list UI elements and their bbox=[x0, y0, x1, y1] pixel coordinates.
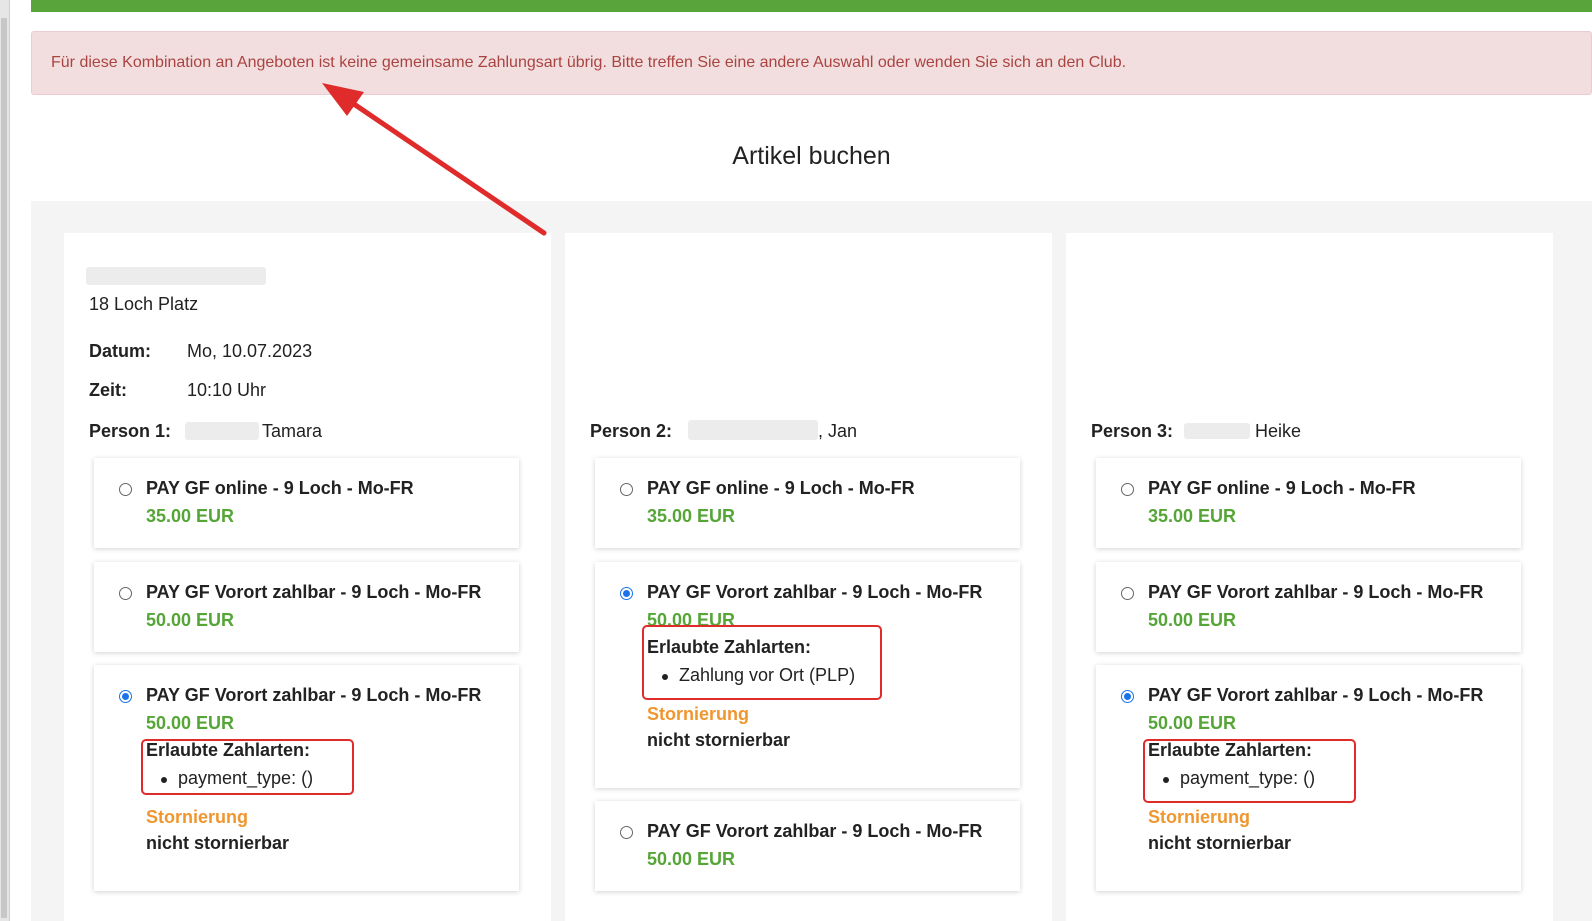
person-2-column: Person 2: , Jan PAY GF online - 9 Loch -… bbox=[565, 233, 1052, 921]
offer-radio[interactable] bbox=[119, 483, 132, 496]
offer-card[interactable]: PAY GF Vorort zahlbar - 9 Loch - Mo-FR 5… bbox=[1096, 562, 1521, 652]
cancellation-value: nicht stornierbar bbox=[146, 833, 290, 853]
offer-radio[interactable] bbox=[1121, 483, 1134, 496]
redacted-club-name bbox=[86, 267, 266, 285]
cancellation-title: Stornierung bbox=[146, 807, 248, 827]
offer-card-selected[interactable]: PAY GF Vorort zahlbar - 9 Loch - Mo-FR 5… bbox=[1096, 665, 1521, 891]
offer-name: PAY GF Vorort zahlbar - 9 Loch - Mo-FR bbox=[146, 685, 482, 705]
redacted-surname bbox=[185, 422, 259, 440]
date-value: Mo, 10.07.2023 bbox=[187, 341, 313, 361]
payment-methods-title: Erlaubte Zahlarten: bbox=[647, 637, 812, 657]
offer-price: 35.00 EUR bbox=[647, 506, 736, 526]
offer-card[interactable]: PAY GF online - 9 Loch - Mo-FR 35.00 EUR bbox=[94, 458, 519, 548]
payment-alert: Für diese Kombination an Angeboten ist k… bbox=[31, 31, 1592, 95]
time-label: Zeit: bbox=[89, 380, 127, 400]
offer-price: 50.00 EUR bbox=[1148, 610, 1237, 630]
time-value: 10:10 Uhr bbox=[187, 380, 267, 400]
offer-price: 50.00 EUR bbox=[146, 713, 235, 733]
offer-name: PAY GF Vorort zahlbar - 9 Loch - Mo-FR bbox=[146, 582, 482, 602]
redacted-surname bbox=[1184, 423, 1250, 439]
payment-methods-title: Erlaubte Zahlarten: bbox=[146, 740, 311, 760]
offer-card-selected[interactable]: PAY GF Vorort zahlbar - 9 Loch - Mo-FR 5… bbox=[595, 562, 1020, 788]
offer-card[interactable]: PAY GF online - 9 Loch - Mo-FR 35.00 EUR bbox=[1096, 458, 1521, 548]
offer-radio-selected[interactable] bbox=[620, 587, 633, 600]
cancellation-title: Stornierung bbox=[1148, 807, 1250, 827]
person-label: Person 2: bbox=[590, 421, 673, 441]
offer-name: PAY GF online - 9 Loch - Mo-FR bbox=[1148, 478, 1416, 498]
person-label: Person 1: bbox=[89, 421, 172, 441]
offer-name: PAY GF online - 9 Loch - Mo-FR bbox=[146, 478, 414, 498]
person-1-column: 18 Loch Platz Datum: Mo, 10.07.2023 Zeit… bbox=[64, 233, 551, 921]
page-title: Artikel buchen bbox=[732, 142, 891, 170]
offer-card[interactable]: PAY GF Vorort zahlbar - 9 Loch - Mo-FR 5… bbox=[595, 801, 1020, 891]
offer-price: 50.00 EUR bbox=[647, 849, 736, 869]
offer-price: 50.00 EUR bbox=[146, 610, 235, 630]
offer-name: PAY GF Vorort zahlbar - 9 Loch - Mo-FR bbox=[1148, 582, 1484, 602]
offer-price: 35.00 EUR bbox=[146, 506, 235, 526]
person-3-column: Person 3: Heike PAY GF online - 9 Loch -… bbox=[1066, 233, 1553, 921]
person-label: Person 3: bbox=[1091, 421, 1174, 441]
offer-radio[interactable] bbox=[1121, 587, 1134, 600]
payment-method-item: payment_type: () bbox=[1162, 768, 1316, 788]
redacted-surname bbox=[688, 420, 818, 440]
offer-card-selected[interactable]: PAY GF Vorort zahlbar - 9 Loch - Mo-FR 5… bbox=[94, 665, 519, 891]
alert-message: Für diese Kombination an Angeboten ist k… bbox=[51, 54, 1127, 71]
cancellation-value: nicht stornierbar bbox=[1148, 833, 1292, 853]
payment-method-item: payment_type: () bbox=[160, 768, 314, 788]
offer-name: PAY GF Vorort zahlbar - 9 Loch - Mo-FR bbox=[647, 582, 983, 602]
offer-card[interactable]: PAY GF Vorort zahlbar - 9 Loch - Mo-FR 5… bbox=[94, 562, 519, 652]
offer-name: PAY GF online - 9 Loch - Mo-FR bbox=[647, 478, 915, 498]
left-scrollbar[interactable] bbox=[0, 0, 10, 921]
offer-radio[interactable] bbox=[620, 826, 633, 839]
offer-price: 35.00 EUR bbox=[1148, 506, 1237, 526]
offer-radio-selected[interactable] bbox=[1121, 690, 1134, 703]
scrollbar-thumb[interactable] bbox=[1, 18, 7, 918]
cancellation-title: Stornierung bbox=[647, 704, 749, 724]
offer-radio[interactable] bbox=[119, 587, 132, 600]
top-accent-bar bbox=[31, 0, 1592, 12]
offer-card[interactable]: PAY GF online - 9 Loch - Mo-FR 35.00 EUR bbox=[595, 458, 1020, 548]
person-name: Tamara bbox=[262, 421, 323, 441]
person-name: Heike bbox=[1255, 421, 1302, 441]
person-name: , Jan bbox=[818, 421, 858, 441]
offer-radio[interactable] bbox=[620, 483, 633, 496]
course-name: 18 Loch Platz bbox=[89, 294, 199, 314]
date-label: Datum: bbox=[89, 341, 151, 361]
offer-name: PAY GF Vorort zahlbar - 9 Loch - Mo-FR bbox=[1148, 685, 1484, 705]
offer-name: PAY GF Vorort zahlbar - 9 Loch - Mo-FR bbox=[647, 821, 983, 841]
cancellation-value: nicht stornierbar bbox=[647, 730, 791, 750]
payment-method-item: Zahlung vor Ort (PLP) bbox=[661, 665, 856, 685]
offer-radio-selected[interactable] bbox=[119, 690, 132, 703]
offer-price: 50.00 EUR bbox=[1148, 713, 1237, 733]
payment-methods-title: Erlaubte Zahlarten: bbox=[1148, 740, 1313, 760]
